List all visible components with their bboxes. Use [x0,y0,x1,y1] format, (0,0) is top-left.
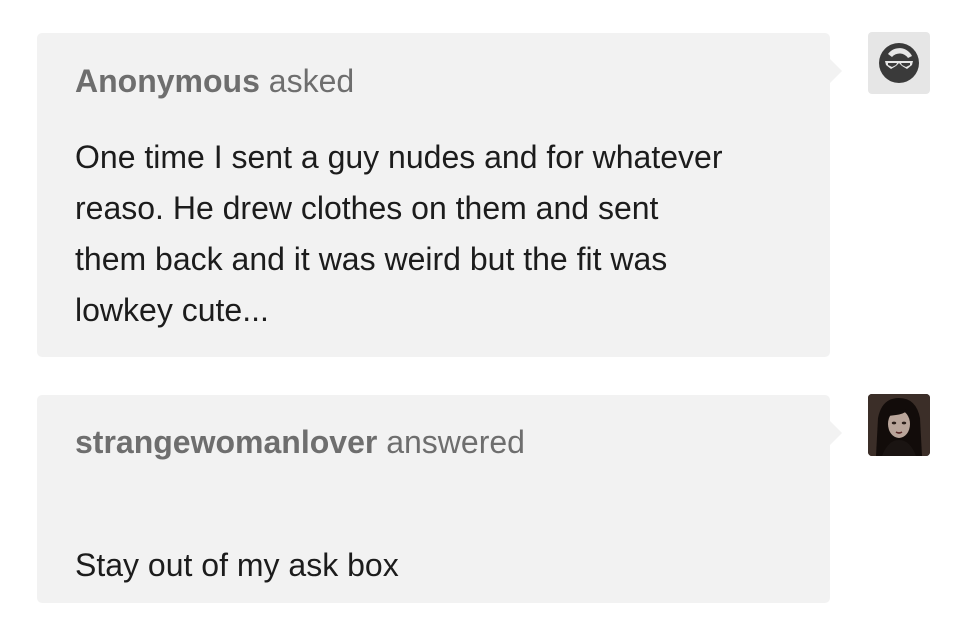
answer-header: strangewomanlover answered [75,422,800,462]
ask-header: Anonymous asked [75,61,800,101]
ask-message-line: lowkey cute... [75,292,269,328]
answer-bubble: strangewomanlover answered Stay out of m… [37,395,842,603]
ask-message-line: One time I sent a guy nudes and for what… [75,139,723,175]
user-portrait-photo [868,394,930,456]
anonymous-sunglasses-face-icon [879,43,919,83]
answer-message: Stay out of my ask box [75,540,800,591]
answer-verb: answered [386,424,525,460]
ask-bubble: Anonymous asked One time I sent a guy nu… [37,33,842,357]
answerer-avatar[interactable] [868,394,930,456]
ask-message-line: reaso. He drew clothes on them and sent [75,190,659,226]
ask-verb: asked [268,63,355,99]
ask-message: One time I sent a guy nudes and for what… [75,132,800,336]
ask-message-line: them back and it was weird but the fit w… [75,241,668,277]
answer-author[interactable]: strangewomanlover [75,424,377,460]
ask-author[interactable]: Anonymous [75,63,260,99]
answer-message-line: Stay out of my ask box [75,547,399,583]
anonymous-avatar [868,32,930,94]
